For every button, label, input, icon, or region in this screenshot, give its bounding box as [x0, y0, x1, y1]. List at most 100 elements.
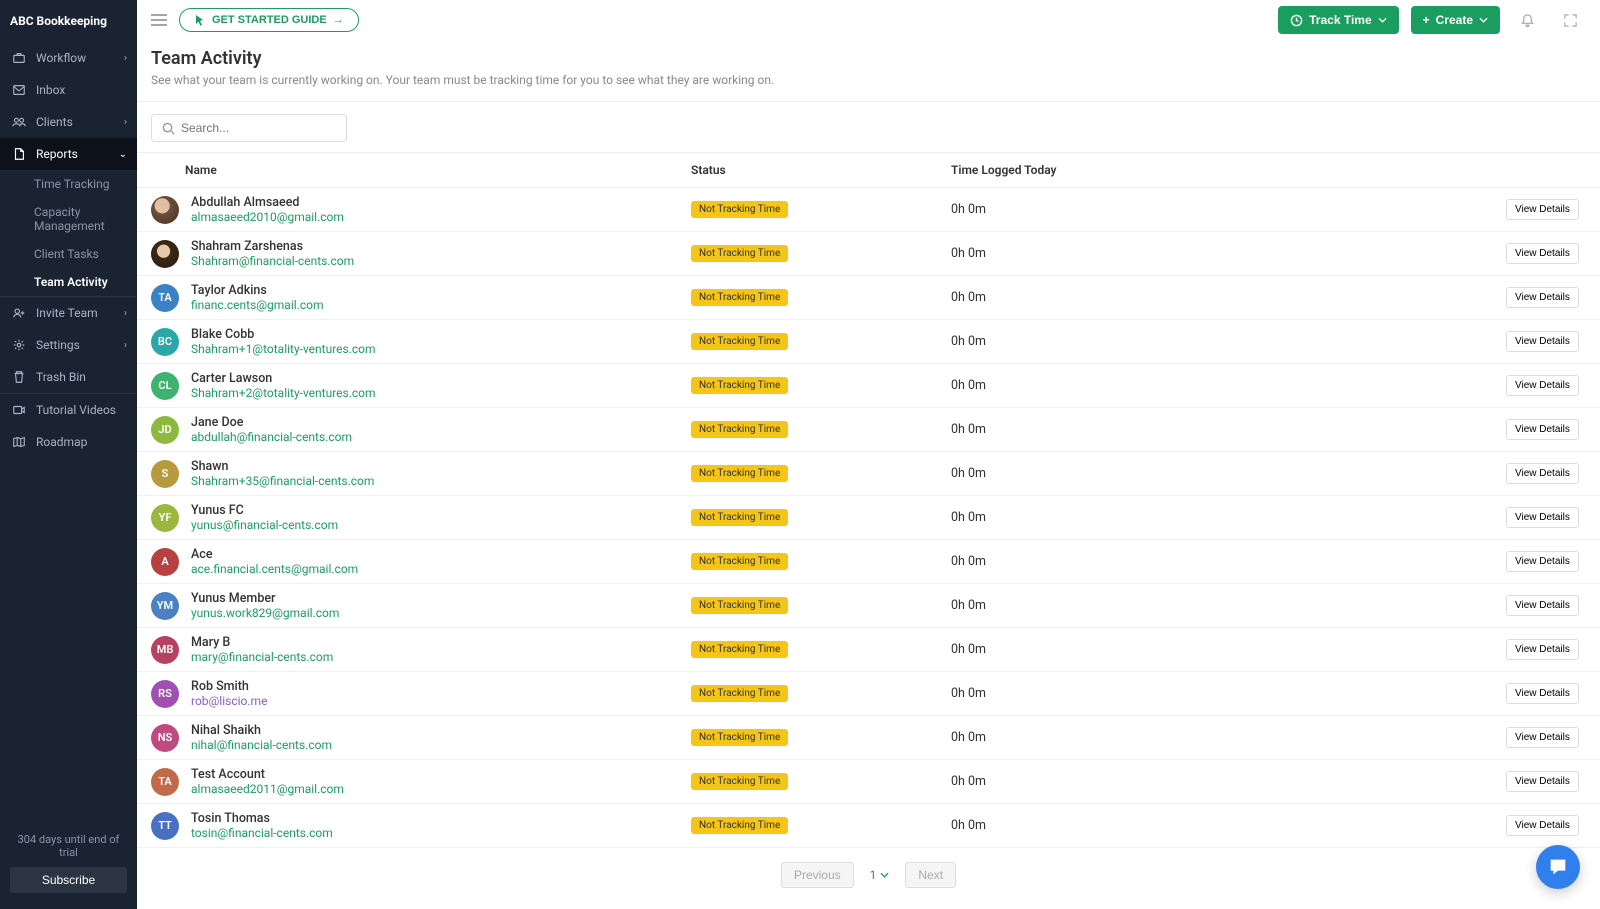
view-details-button[interactable]: View Details	[1506, 507, 1579, 528]
view-details-button[interactable]: View Details	[1506, 639, 1579, 660]
person-email[interactable]: mary@financial-cents.com	[191, 650, 333, 664]
table-row: TTTosin Thomastosin@financial-cents.comN…	[137, 804, 1600, 848]
sidebar-item-label: Trash Bin	[36, 370, 86, 384]
users-icon	[10, 115, 28, 129]
pointer-icon	[194, 14, 206, 26]
chevron-right-icon: ›	[124, 117, 127, 128]
person-email[interactable]: Shahram+1@totality-ventures.com	[191, 342, 376, 356]
avatar: RS	[151, 680, 179, 708]
hamburger-icon[interactable]	[151, 14, 167, 26]
person-email[interactable]: tosin@financial-cents.com	[191, 826, 333, 840]
sidebar: ABC Bookkeeping Workflow›InboxClients›Re…	[0, 0, 137, 909]
view-details-button[interactable]: View Details	[1506, 199, 1579, 220]
bell-icon[interactable]	[1512, 9, 1543, 32]
avatar: BC	[151, 328, 179, 356]
view-details-button[interactable]: View Details	[1506, 683, 1579, 704]
col-header-status: Status	[691, 163, 951, 177]
view-details-button[interactable]: View Details	[1506, 375, 1579, 396]
sidebar-item-reports[interactable]: Reports⌄	[0, 138, 137, 170]
view-details-button[interactable]: View Details	[1506, 595, 1579, 616]
time-logged: 0h 0m	[951, 510, 1506, 525]
time-logged: 0h 0m	[951, 290, 1506, 305]
briefcase-icon	[10, 51, 28, 65]
create-button[interactable]: + Create	[1411, 6, 1500, 34]
time-logged: 0h 0m	[951, 686, 1506, 701]
table-row: BCBlake CobbShahram+1@totality-ventures.…	[137, 320, 1600, 364]
sidebar-item-clients[interactable]: Clients›	[0, 106, 137, 138]
person-email[interactable]: Shahram@financial-cents.com	[191, 254, 354, 268]
table-row: NSNihal Shaikhnihal@financial-cents.comN…	[137, 716, 1600, 760]
table-row: TATest Accountalmasaeed2011@gmail.comNot…	[137, 760, 1600, 804]
person-name: Shahram Zarshenas	[191, 239, 354, 254]
table-row: Shahram ZarshenasShahram@financial-cents…	[137, 232, 1600, 276]
view-details-button[interactable]: View Details	[1506, 331, 1579, 352]
subscribe-button[interactable]: Subscribe	[10, 867, 127, 893]
person-email[interactable]: ace.financial.cents@gmail.com	[191, 562, 358, 576]
chevron-right-icon: ›	[124, 53, 127, 64]
trash-icon	[10, 370, 28, 384]
expand-icon[interactable]	[1555, 9, 1586, 32]
avatar: A	[151, 548, 179, 576]
person-email[interactable]: nihal@financial-cents.com	[191, 738, 332, 752]
status-badge: Not Tracking Time	[691, 773, 788, 790]
sidebar-subitem-client-tasks[interactable]: Client Tasks	[0, 240, 137, 268]
view-details-button[interactable]: View Details	[1506, 727, 1579, 748]
sidebar-item-trash-bin[interactable]: Trash Bin	[0, 361, 137, 393]
chat-bubble[interactable]	[1536, 845, 1580, 889]
prev-button[interactable]: Previous	[781, 862, 854, 888]
sidebar-item-inbox[interactable]: Inbox	[0, 74, 137, 106]
time-logged: 0h 0m	[951, 730, 1506, 745]
table-row: JDJane Doeabdullah@financial-cents.comNo…	[137, 408, 1600, 452]
person-email[interactable]: abdullah@financial-cents.com	[191, 430, 352, 444]
person-email[interactable]: Shahram+35@financial-cents.com	[191, 474, 374, 488]
view-details-button[interactable]: View Details	[1506, 419, 1579, 440]
search-input[interactable]	[181, 121, 336, 135]
sidebar-item-invite-team[interactable]: Invite Team›	[0, 297, 137, 329]
mail-icon	[10, 83, 28, 97]
view-details-button[interactable]: View Details	[1506, 815, 1579, 836]
avatar: S	[151, 460, 179, 488]
chevron-down-icon	[1479, 17, 1488, 23]
time-logged: 0h 0m	[951, 774, 1506, 789]
get-started-button[interactable]: GET STARTED GUIDE →	[179, 8, 359, 32]
search-input-wrap[interactable]	[151, 114, 347, 142]
view-details-button[interactable]: View Details	[1506, 463, 1579, 484]
sidebar-item-workflow[interactable]: Workflow›	[0, 42, 137, 74]
person-email[interactable]: Shahram+2@totality-ventures.com	[191, 386, 376, 400]
page-selector[interactable]: 1	[862, 862, 898, 888]
person-email[interactable]: yunus.work829@gmail.com	[191, 606, 339, 620]
sidebar-subitem-capacity-management[interactable]: Capacity Management	[0, 198, 137, 240]
table-row: SShawnShahram+35@financial-cents.comNot …	[137, 452, 1600, 496]
person-email[interactable]: financ.cents@gmail.com	[191, 298, 323, 312]
trial-text: 304 days until end of trial	[10, 833, 127, 859]
status-badge: Not Tracking Time	[691, 465, 788, 482]
sidebar-item-tutorial-videos[interactable]: Tutorial Videos	[0, 394, 137, 426]
status-badge: Not Tracking Time	[691, 421, 788, 438]
sidebar-item-settings[interactable]: Settings›	[0, 329, 137, 361]
view-details-button[interactable]: View Details	[1506, 771, 1579, 792]
chevron-down-icon	[880, 872, 889, 878]
view-details-button[interactable]: View Details	[1506, 243, 1579, 264]
person-email[interactable]: rob@liscio.me	[191, 694, 267, 708]
view-details-button[interactable]: View Details	[1506, 551, 1579, 572]
time-logged: 0h 0m	[951, 334, 1506, 349]
table-row: Abdullah Almsaeedalmasaeed2010@gmail.com…	[137, 188, 1600, 232]
view-details-button[interactable]: View Details	[1506, 287, 1579, 308]
next-button[interactable]: Next	[905, 862, 956, 888]
status-badge: Not Tracking Time	[691, 377, 788, 394]
person-email[interactable]: almasaeed2011@gmail.com	[191, 782, 344, 796]
avatar: YF	[151, 504, 179, 532]
table-row: AAceace.financial.cents@gmail.comNot Tra…	[137, 540, 1600, 584]
status-badge: Not Tracking Time	[691, 245, 788, 262]
table-row: YMYunus Memberyunus.work829@gmail.comNot…	[137, 584, 1600, 628]
sidebar-subitem-time-tracking[interactable]: Time Tracking	[0, 170, 137, 198]
person-email[interactable]: yunus@financial-cents.com	[191, 518, 338, 532]
chevron-down-icon	[1378, 17, 1387, 23]
sidebar-item-roadmap[interactable]: Roadmap	[0, 426, 137, 458]
sidebar-subitem-team-activity[interactable]: Team Activity	[0, 268, 137, 296]
track-time-button[interactable]: Track Time	[1278, 6, 1398, 34]
table-row: MBMary Bmary@financial-cents.comNot Trac…	[137, 628, 1600, 672]
person-email[interactable]: almasaeed2010@gmail.com	[191, 210, 344, 224]
table-row: RSRob Smithrob@liscio.meNot Tracking Tim…	[137, 672, 1600, 716]
status-badge: Not Tracking Time	[691, 817, 788, 834]
